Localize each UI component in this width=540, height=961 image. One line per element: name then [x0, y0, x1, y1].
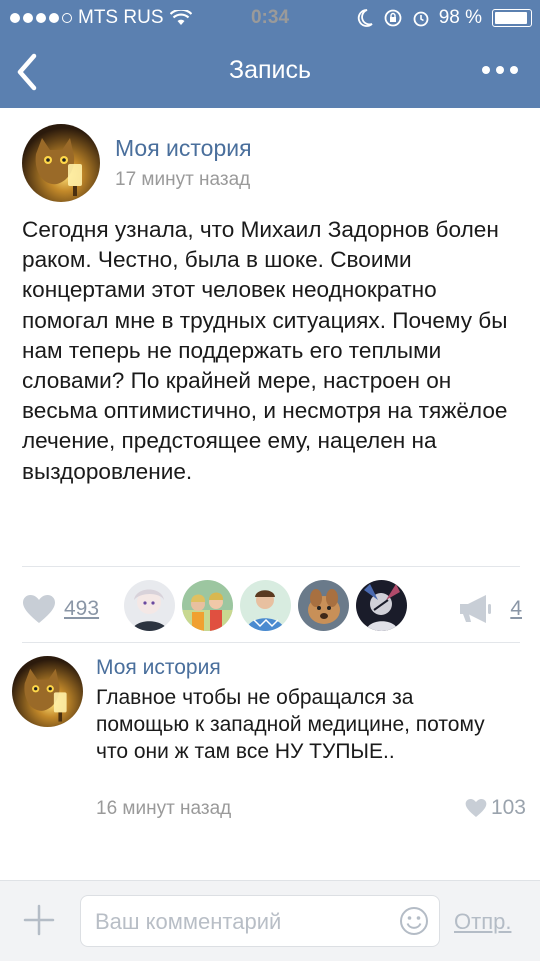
battery-percent: 98 %: [438, 7, 482, 28]
author-avatar[interactable]: [22, 124, 100, 202]
comment-input[interactable]: [93, 908, 387, 936]
liker-avatar[interactable]: [182, 580, 233, 631]
like-count: 493: [64, 597, 100, 620]
comment-time: 16 минут назад: [96, 798, 232, 819]
page-title: Запись: [228, 56, 312, 84]
status-bar: MTS RUS 0:34 98 %: [0, 0, 540, 36]
like-button[interactable]: 493: [22, 594, 99, 624]
more-button[interactable]: [482, 66, 518, 74]
attach-button[interactable]: [22, 903, 56, 937]
nav-bar: Запись: [0, 36, 540, 108]
comment-author[interactable]: Моя история: [96, 656, 221, 680]
megaphone-icon: [460, 595, 492, 623]
share-count: 4: [510, 597, 522, 620]
alarm-icon: [413, 11, 429, 27]
comment-like-button[interactable]: 103: [465, 796, 526, 820]
comment-input-box: [80, 895, 440, 947]
heart-icon: [465, 798, 487, 818]
liker-avatar[interactable]: [298, 580, 349, 631]
post-time: 17 минут назад: [115, 169, 251, 190]
divider: [22, 642, 520, 643]
liker-avatar[interactable]: [356, 580, 407, 631]
send-button[interactable]: Отпр.: [454, 909, 511, 935]
comment-text: Главное чтобы не обращался за помощью к …: [96, 686, 485, 763]
emoji-button[interactable]: [399, 906, 429, 936]
heart-icon: [23, 595, 55, 623]
moon-icon: [357, 9, 373, 27]
plus-icon: [23, 904, 55, 936]
liker-avatar[interactable]: [240, 580, 291, 631]
share-button[interactable]: 4: [458, 594, 522, 624]
rotation-lock-icon: [384, 9, 402, 27]
status-right: 98 %: [357, 7, 532, 29]
liker-avatar[interactable]: [124, 580, 175, 631]
post-text: Сегодня узнала, что Михаил Задорнов боле…: [22, 217, 508, 484]
post-author[interactable]: Моя история: [115, 135, 252, 162]
likers-list: [124, 580, 407, 631]
more-dots-icon: [482, 66, 490, 74]
comment-like-count: 103: [490, 796, 526, 819]
comment-composer: Отпр.: [0, 880, 540, 961]
smile-icon: [400, 907, 428, 935]
comment-avatar[interactable]: [12, 656, 83, 727]
battery-icon: [492, 9, 532, 27]
divider: [22, 566, 520, 567]
